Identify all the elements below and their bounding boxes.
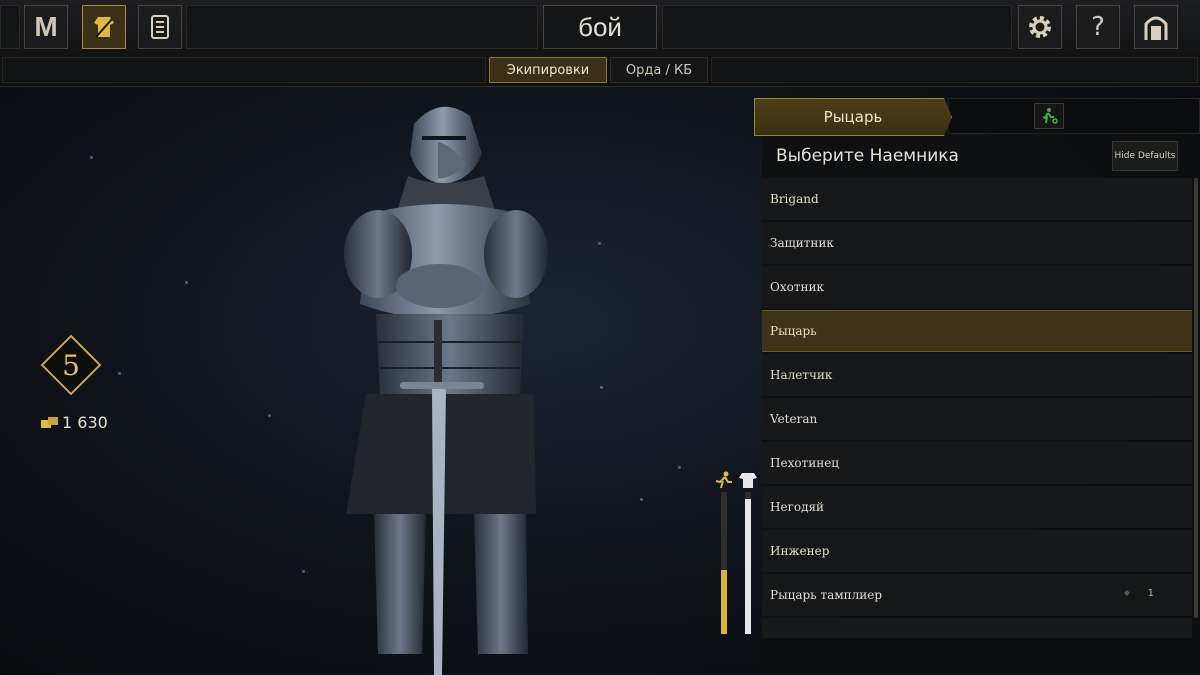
- gold-display: 1 630: [40, 413, 108, 432]
- mercenary-name: Brigand: [770, 192, 819, 206]
- mercenary-name: Рыцарь тамплиер: [770, 588, 883, 602]
- help-icon: ?: [1091, 12, 1105, 42]
- armor-icon: [739, 473, 757, 488]
- mercenary-name: Защитник: [770, 236, 834, 250]
- list-item[interactable]: Veteran: [762, 398, 1192, 440]
- top-bar: M бой ?: [0, 0, 1200, 57]
- hide-defaults-button[interactable]: Hide Defaults: [1112, 141, 1178, 171]
- gold-amount: 1 630: [62, 413, 108, 432]
- tab-loadouts[interactable]: Экипировки: [489, 57, 607, 83]
- knight-model: [344, 106, 548, 675]
- panel-tab-strip: [948, 98, 1200, 134]
- quantity-value: 1: [1147, 588, 1154, 599]
- mercenary-name: Veteran: [770, 412, 818, 426]
- list-item[interactable]: Рыцарь тамплиер ◆ 1: [762, 574, 1192, 616]
- panel-body: Выберите Наемника Hide Defaults Brigand …: [762, 136, 1200, 675]
- list-item[interactable]: [762, 618, 1192, 638]
- exit-door-icon: [1144, 16, 1168, 40]
- gold-icon: [41, 416, 58, 428]
- quantity-arrow-icon[interactable]: ◆: [1124, 588, 1130, 597]
- mercenary-name: Пехотинец: [770, 456, 840, 470]
- main-menu-button[interactable]: M: [24, 5, 68, 49]
- gear-icon: [1029, 16, 1051, 38]
- list-item[interactable]: Пехотинец: [762, 442, 1192, 484]
- armor-bar: [745, 492, 751, 634]
- mercenary-name: Инженер: [770, 544, 830, 558]
- speed-bar-fill: [721, 570, 727, 634]
- exit-button[interactable]: [1134, 5, 1178, 49]
- mercenary-list: Brigand Защитник Охотник Рыцарь Налетчик…: [762, 178, 1192, 640]
- player-level: 5: [62, 348, 80, 382]
- panel-title: Выберите Наемника: [776, 146, 959, 166]
- scroll-icon: [151, 15, 169, 39]
- armor-bar-fill: [745, 499, 751, 634]
- loadouts-button[interactable]: [82, 5, 126, 49]
- list-scrollbar[interactable]: [1194, 178, 1198, 618]
- help-button[interactable]: ?: [1076, 5, 1120, 49]
- settings-button[interactable]: [1018, 5, 1062, 49]
- scroll-button[interactable]: [138, 5, 182, 49]
- class-tab[interactable]: Рыцарь: [754, 98, 952, 136]
- list-item[interactable]: Защитник: [762, 222, 1192, 264]
- mercenary-name: Рыцарь: [770, 324, 817, 338]
- list-item[interactable]: Налетчик: [762, 354, 1192, 396]
- list-item-selected[interactable]: Рыцарь: [762, 310, 1192, 352]
- sub-tab-bar: Экипировки Орда / КБ: [0, 56, 1200, 87]
- list-item[interactable]: Негодяй: [762, 486, 1192, 528]
- running-man-icon: [1042, 108, 1058, 124]
- speed-bar: [721, 492, 727, 634]
- speed-icon: [715, 471, 732, 489]
- mercenary-name: Налетчик: [770, 368, 833, 382]
- loadouts-icon: [94, 17, 114, 38]
- mercenary-name: Негодяй: [770, 500, 825, 514]
- preview-animation-button[interactable]: [1034, 103, 1064, 129]
- tab-horde[interactable]: Орда / КБ: [610, 57, 708, 83]
- list-item[interactable]: Инженер: [762, 530, 1192, 572]
- level-badge: 5: [40, 334, 102, 396]
- list-item[interactable]: Brigand: [762, 178, 1192, 220]
- mercenary-panel: Рыцарь Выберите Наемника Hide Defaults B…: [754, 96, 1200, 675]
- mode-title: бой: [543, 5, 657, 49]
- list-item[interactable]: Охотник: [762, 266, 1192, 308]
- mercenary-name: Охотник: [770, 280, 824, 294]
- logo-icon: M: [34, 11, 58, 42]
